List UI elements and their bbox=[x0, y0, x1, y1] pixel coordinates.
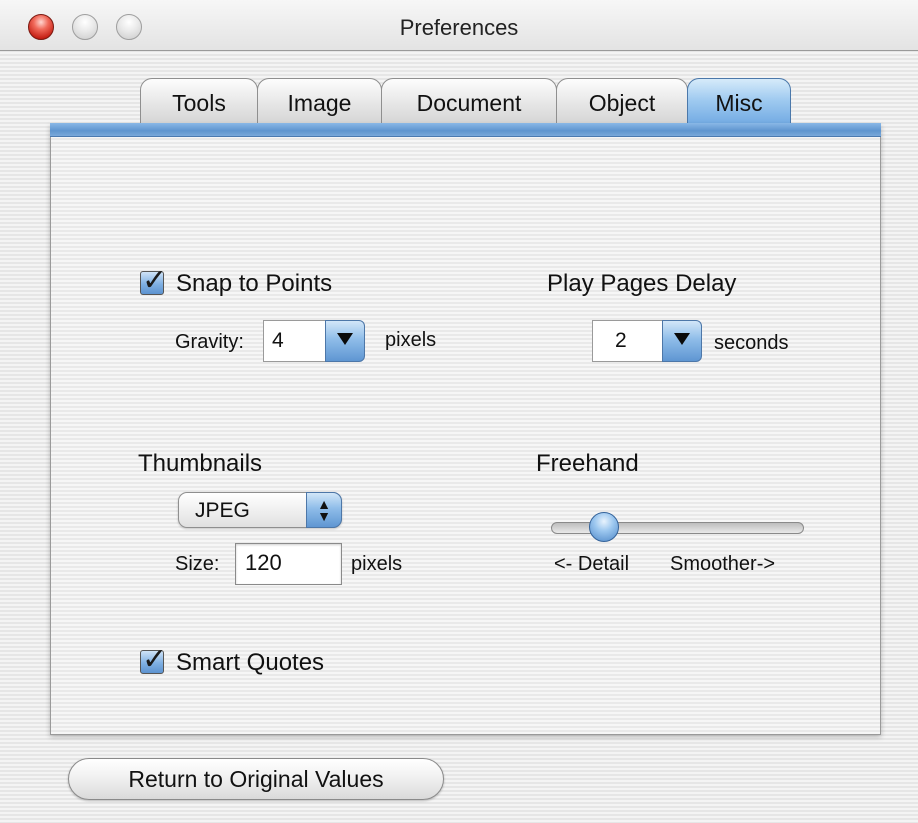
chevron-down-icon bbox=[337, 333, 353, 345]
tab-misc[interactable]: Misc bbox=[687, 78, 791, 126]
return-to-original-values-button[interactable]: Return to Original Values bbox=[68, 758, 444, 800]
up-down-arrows-icon: ▲ ▼ bbox=[306, 492, 342, 528]
tab-panel-accent-bar bbox=[50, 123, 881, 137]
freehand-max-label: Smoother-> bbox=[670, 553, 776, 575]
thumbnail-size-label: Size: bbox=[175, 553, 220, 575]
thumbnails-format-popup[interactable]: JPEG ▲ ▼ bbox=[178, 492, 342, 528]
gravity-input[interactable]: 4 bbox=[263, 320, 326, 362]
checkmark-icon: ✓ bbox=[142, 263, 168, 298]
tab-image[interactable]: Image bbox=[257, 78, 382, 126]
freehand-slider-thumb[interactable] bbox=[589, 512, 619, 542]
window-title: Preferences bbox=[399, 15, 519, 40]
snap-to-points-checkbox[interactable]: ✓ bbox=[140, 263, 167, 298]
smart-quotes-label[interactable]: Smart Quotes bbox=[176, 649, 324, 677]
tab-object[interactable]: Object bbox=[556, 78, 688, 126]
freehand-label: Freehand bbox=[536, 450, 639, 477]
play-pages-delay-label: Play Pages Delay bbox=[547, 270, 737, 297]
title-bar: Preferences bbox=[0, 0, 918, 51]
tab-content-panel bbox=[50, 124, 881, 735]
smart-quotes-checkbox[interactable]: ✓ bbox=[140, 642, 167, 677]
play-pages-delay-unit-label: seconds bbox=[714, 332, 789, 354]
snap-to-points-label[interactable]: Snap to Points bbox=[176, 270, 332, 298]
thumbnail-size-unit-label: pixels bbox=[351, 553, 403, 575]
gravity-dropdown-button[interactable] bbox=[325, 320, 365, 362]
checkmark-icon: ✓ bbox=[142, 642, 168, 677]
play-pages-delay-input[interactable]: 2 bbox=[592, 320, 663, 362]
tab-document[interactable]: Document bbox=[381, 78, 557, 126]
thumbnails-format-value: JPEG bbox=[195, 499, 250, 522]
chevron-down-icon bbox=[674, 333, 690, 345]
play-pages-delay-dropdown-button[interactable] bbox=[662, 320, 702, 362]
thumbnail-size-input[interactable]: 120 bbox=[235, 543, 342, 585]
thumbnails-label: Thumbnails bbox=[138, 450, 263, 477]
gravity-unit-label: pixels bbox=[385, 329, 437, 351]
tab-tools[interactable]: Tools bbox=[140, 78, 258, 126]
freehand-min-label: <- Detail bbox=[554, 553, 630, 575]
gravity-label: Gravity: bbox=[175, 331, 244, 353]
